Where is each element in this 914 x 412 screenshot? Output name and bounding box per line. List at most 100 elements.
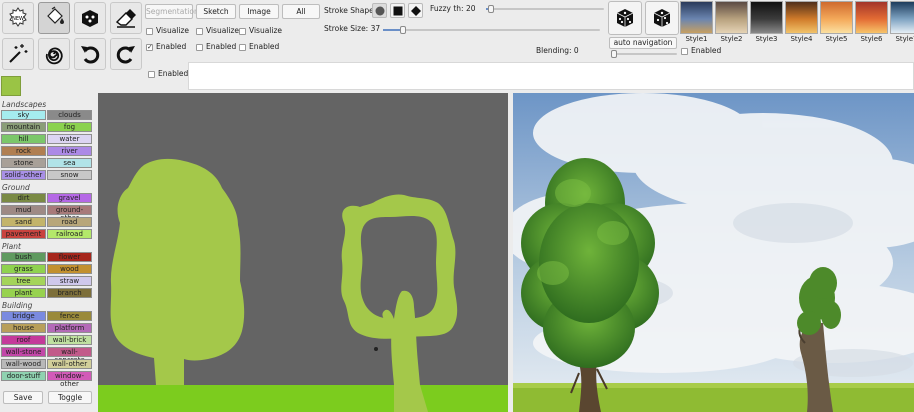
random-dice-icon[interactable] bbox=[608, 1, 642, 35]
label-chip-clouds[interactable]: clouds bbox=[47, 110, 92, 120]
label-chip-dirt[interactable]: dirt bbox=[1, 193, 46, 203]
style-item-5[interactable]: Style5 bbox=[820, 1, 853, 43]
label-chip-wood[interactable]: wood bbox=[47, 264, 92, 274]
stroke-size-label: Stroke Size: 37 bbox=[324, 24, 381, 33]
label-chip-wall-other[interactable]: wall-other bbox=[47, 359, 92, 369]
label-chip-snow[interactable]: snow bbox=[47, 170, 92, 180]
label-chip-wall-wood[interactable]: wall-wood bbox=[1, 359, 46, 369]
sketch-button[interactable]: Sketch bbox=[196, 4, 236, 19]
toggle-button[interactable]: Toggle bbox=[48, 391, 92, 404]
redo-icon[interactable] bbox=[110, 38, 142, 70]
style-enabled-checkbox[interactable]: Enabled bbox=[681, 46, 721, 56]
enabled-checkbox-sketch[interactable]: Enabled bbox=[196, 42, 236, 52]
label-chip-bridge[interactable]: bridge bbox=[1, 311, 46, 321]
segmentation-button[interactable]: Segmentation bbox=[145, 4, 199, 19]
visualize-checkbox-image[interactable]: Visualize bbox=[239, 26, 282, 36]
segmentation-canvas[interactable] bbox=[98, 93, 508, 412]
style-item-7[interactable]: Style7 bbox=[890, 1, 914, 43]
all-button[interactable]: All bbox=[282, 4, 320, 19]
label-chip-road[interactable]: road bbox=[47, 217, 92, 227]
palette-group-title: Landscapes bbox=[2, 100, 47, 109]
style-thumbnail[interactable] bbox=[715, 1, 748, 34]
style-thumbnail[interactable] bbox=[820, 1, 853, 34]
style-item-6[interactable]: Style6 bbox=[855, 1, 888, 43]
enabled-checkbox-text[interactable]: Enabled bbox=[148, 69, 188, 79]
style-thumbnail[interactable] bbox=[855, 1, 888, 34]
label-chip-fence[interactable]: fence bbox=[47, 311, 92, 321]
label-chip-sea[interactable]: sea bbox=[47, 158, 92, 168]
label-chip-stone[interactable]: stone bbox=[1, 158, 46, 168]
visualize-checkbox-segmentation[interactable]: Visualize bbox=[146, 26, 189, 36]
label-chip-branch[interactable]: branch bbox=[47, 288, 92, 298]
fuzzy-threshold-label: Fuzzy th: 20 bbox=[430, 4, 476, 13]
label-chip-river[interactable]: river bbox=[47, 146, 92, 156]
label-chip-wall-brick[interactable]: wall-brick bbox=[47, 335, 92, 345]
paint-fill-icon[interactable] bbox=[38, 2, 70, 34]
label-chip-wall-concrete[interactable]: wall-concrete bbox=[47, 347, 92, 364]
label-chip-rock[interactable]: rock bbox=[1, 146, 46, 156]
label-chip-grass[interactable]: grass bbox=[1, 264, 46, 274]
label-chip-tree[interactable]: tree bbox=[1, 276, 46, 286]
dice-palette-icon[interactable] bbox=[74, 2, 106, 34]
visualize-checkbox-sketch[interactable]: Visualize bbox=[196, 26, 239, 36]
enabled-checkbox-segmentation[interactable]: ✓ Enabled bbox=[146, 42, 186, 52]
circle-shape-icon[interactable] bbox=[372, 3, 387, 18]
label-chip-mud[interactable]: mud bbox=[1, 205, 46, 215]
label-chip-gravel[interactable]: gravel bbox=[47, 193, 92, 203]
label-chip-mountain[interactable]: mountain bbox=[1, 122, 46, 132]
style-thumbnail[interactable] bbox=[680, 1, 713, 34]
stroke-size-slider[interactable] bbox=[383, 26, 600, 34]
label-chip-flower[interactable]: flower bbox=[47, 252, 92, 262]
slider-thumb[interactable] bbox=[487, 5, 494, 13]
label-chip-roof[interactable]: roof bbox=[1, 335, 46, 345]
eraser-icon[interactable] bbox=[110, 2, 142, 34]
segmentation-drawing bbox=[98, 158, 508, 412]
label-chip-wall-stone[interactable]: wall-stone bbox=[1, 347, 46, 357]
save-button[interactable]: Save bbox=[3, 391, 43, 404]
slider-thumb[interactable] bbox=[399, 26, 406, 34]
checkbox-box bbox=[146, 27, 153, 35]
style-thumbnail[interactable] bbox=[750, 1, 783, 34]
undo-icon[interactable] bbox=[74, 38, 106, 70]
label-chip-plant[interactable]: plant bbox=[1, 288, 46, 298]
slider-thumb[interactable] bbox=[611, 50, 617, 58]
palette-group-title: Ground bbox=[2, 183, 30, 192]
image-button[interactable]: Image bbox=[239, 4, 279, 19]
auto-navigation-button[interactable]: auto navigation bbox=[609, 37, 677, 49]
text-prompt-input[interactable] bbox=[188, 62, 914, 90]
style-thumbnail[interactable] bbox=[890, 1, 914, 34]
label-chip-hill[interactable]: hill bbox=[1, 134, 46, 144]
label-chip-sand[interactable]: sand bbox=[1, 217, 46, 227]
label-chip-pavement[interactable]: pavement bbox=[1, 229, 46, 239]
label-chip-straw[interactable]: straw bbox=[47, 276, 92, 286]
label-chip-fog[interactable]: fog bbox=[47, 122, 92, 132]
random-style-dice-icon[interactable] bbox=[645, 1, 679, 35]
diamond-shape-icon[interactable] bbox=[408, 3, 423, 18]
palette-group-title: Building bbox=[2, 301, 33, 310]
label-chip-platform[interactable]: platform bbox=[47, 323, 92, 333]
style-thumbnail[interactable] bbox=[785, 1, 818, 34]
style-item-1[interactable]: Style1 bbox=[680, 1, 713, 43]
label-chip-house[interactable]: house bbox=[1, 323, 46, 333]
navigation-slider[interactable] bbox=[611, 50, 677, 58]
spiral-icon[interactable] bbox=[38, 38, 70, 70]
label-chip-door-stuff[interactable]: door-stuff bbox=[1, 371, 46, 381]
label-chip-ground-other[interactable]: ground-other bbox=[47, 205, 92, 222]
square-shape-icon[interactable] bbox=[390, 3, 405, 18]
checkbox-label: Enabled bbox=[206, 42, 237, 51]
enabled-checkbox-image[interactable]: Enabled bbox=[239, 42, 279, 52]
label-chip-water[interactable]: water bbox=[47, 134, 92, 144]
label-chip-sky[interactable]: sky bbox=[1, 110, 46, 120]
new-icon[interactable]: NEW bbox=[2, 2, 34, 34]
label-chip-bush[interactable]: bush bbox=[1, 252, 46, 262]
generated-image-canvas bbox=[513, 93, 914, 412]
label-chip-railroad[interactable]: railroad bbox=[47, 229, 92, 239]
checkbox-label: Visualize bbox=[206, 26, 240, 35]
style-item-3[interactable]: Style3 bbox=[750, 1, 783, 43]
label-chip-solid-other[interactable]: solid-other bbox=[1, 170, 46, 180]
magic-wand-icon[interactable] bbox=[2, 38, 34, 70]
style-item-2[interactable]: Style2 bbox=[715, 1, 748, 43]
fuzzy-threshold-slider[interactable] bbox=[486, 5, 604, 13]
style-item-4[interactable]: Style4 bbox=[785, 1, 818, 43]
label-chip-window-other[interactable]: window-other bbox=[47, 371, 92, 388]
